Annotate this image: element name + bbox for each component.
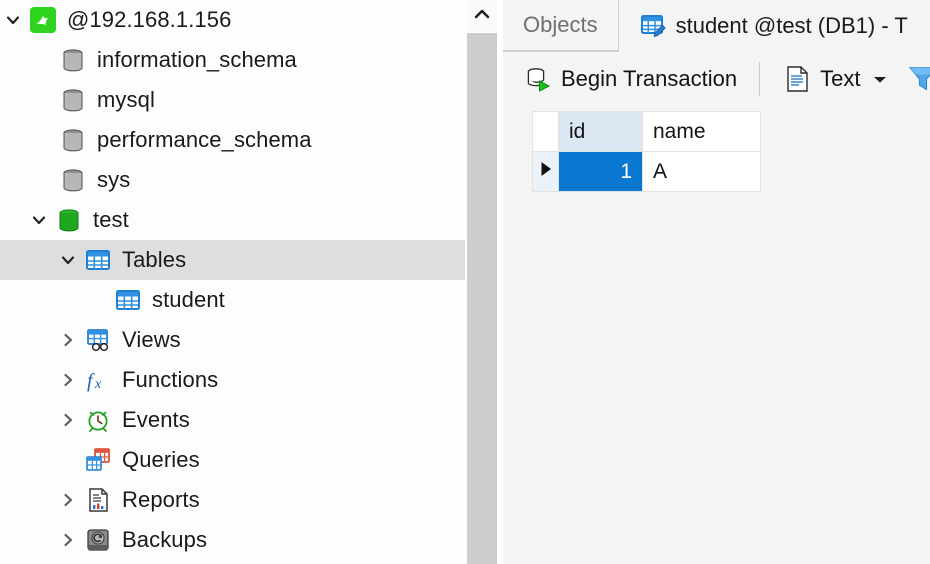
backup-disk-icon [81, 520, 115, 560]
current-row-arrow[interactable] [532, 151, 559, 192]
database-green-icon [52, 200, 86, 240]
editor-pane: Objects student @test (DB1) - T Begin Tr… [503, 0, 930, 564]
twisty-placeholder [30, 160, 56, 200]
chevron-right-icon[interactable] [55, 520, 81, 560]
tree-item-test[interactable]: test [0, 200, 465, 240]
editor-tabstrip: Objects student @test (DB1) - T [503, 0, 930, 52]
tree-item-label: mysql [97, 87, 155, 112]
table-row[interactable]: 1 A [532, 151, 761, 192]
grid-corner-cell[interactable] [532, 111, 559, 152]
tree-item-label: Functions [122, 367, 219, 392]
chevron-down-icon[interactable] [26, 200, 52, 240]
queries-icon [81, 440, 115, 480]
report-document-icon [81, 480, 115, 520]
table-blue-icon [111, 280, 145, 320]
chevron-right-icon[interactable] [55, 400, 81, 440]
twisty-placeholder [55, 440, 81, 480]
twisty-placeholder [30, 80, 56, 120]
database-play-icon [523, 64, 553, 94]
tree-item-backups[interactable]: Backups [0, 520, 465, 560]
svg-text:f: f [87, 370, 95, 392]
tree-item-label: sys [97, 167, 131, 192]
chevron-up-icon [472, 7, 492, 26]
tree-item-label: Backups [122, 527, 208, 552]
database-gray-icon [56, 120, 90, 160]
result-grid-area: id name 1 A [503, 106, 930, 564]
database-gray-icon [56, 160, 90, 200]
database-gray-icon [56, 40, 90, 80]
tree-item-label: information_schema [97, 47, 297, 72]
chevron-right-icon[interactable] [55, 480, 81, 520]
begin-transaction-button[interactable]: Begin Transaction [515, 57, 745, 101]
tab-student-table[interactable]: student @test (DB1) - T [617, 0, 928, 52]
tree-item-label: @192.168.1.156 [67, 7, 232, 32]
tree-item-label: Views [122, 327, 181, 352]
tab-label: student @test (DB1) - T [675, 13, 908, 38]
chevron-right-icon[interactable] [55, 320, 81, 360]
tree-item-label: test [93, 207, 129, 232]
navigation-pane: @192.168.1.156 information_schema mysql … [0, 0, 465, 564]
tab-label: Objects [523, 12, 598, 37]
tree-item-sys[interactable]: sys [0, 160, 465, 200]
tree-item-queries[interactable]: Queries [0, 440, 465, 480]
chevron-down-icon[interactable] [872, 74, 888, 84]
object-tree: @192.168.1.156 information_schema mysql … [0, 0, 465, 560]
twisty-placeholder [30, 120, 56, 160]
text-document-icon [782, 64, 812, 94]
vertical-scrollbar-thumb[interactable] [467, 33, 497, 564]
filter-button[interactable] [896, 57, 930, 101]
tree-item-connection[interactable]: @192.168.1.156 [0, 0, 465, 40]
tree-item-mysql[interactable]: mysql [0, 80, 465, 120]
tree-item-functions[interactable]: f x Functions [0, 360, 465, 400]
scroll-up-button[interactable] [467, 0, 497, 32]
pane-splitter[interactable] [465, 0, 503, 564]
tree-item-tables[interactable]: Tables [0, 240, 465, 280]
tree-item-label: Reports [122, 487, 200, 512]
views-icon [81, 320, 115, 360]
twisty-placeholder [85, 280, 111, 320]
tree-item-views[interactable]: Views [0, 320, 465, 360]
column-header-id[interactable]: id [558, 111, 643, 152]
chevron-right-icon[interactable] [55, 360, 81, 400]
result-grid: id name 1 A [532, 111, 761, 192]
cell-name[interactable]: A [642, 151, 761, 192]
text-view-label: Text [820, 66, 861, 91]
tree-item-label: Tables [122, 247, 187, 272]
column-header-name[interactable]: name [642, 111, 761, 152]
tree-item-student[interactable]: student [0, 280, 465, 320]
chevron-down-icon[interactable] [55, 240, 81, 280]
editor-toolbar: Begin Transaction Text [503, 52, 930, 106]
tree-item-label: Queries [122, 447, 200, 472]
table-blue-icon [81, 240, 115, 280]
toolbar-separator [759, 62, 761, 96]
grid-header-row: id name [532, 111, 761, 152]
svg-text:x: x [94, 377, 102, 392]
clock-icon [81, 400, 115, 440]
text-view-button[interactable]: Text [774, 57, 896, 101]
tree-item-information-schema[interactable]: information_schema [0, 40, 465, 80]
database-gray-icon [56, 80, 90, 120]
table-edit-icon [639, 12, 667, 40]
cell-id[interactable]: 1 [558, 151, 643, 192]
database-client-window: @192.168.1.156 information_schema mysql … [0, 0, 930, 564]
tree-item-performance-schema[interactable]: performance_schema [0, 120, 465, 160]
mysql-dolphin-icon [26, 0, 60, 40]
tree-item-label: performance_schema [97, 127, 312, 152]
tree-item-label: Events [122, 407, 190, 432]
function-fx-icon: f x [81, 360, 115, 400]
begin-transaction-label: Begin Transaction [561, 66, 738, 91]
tree-item-reports[interactable]: Reports [0, 480, 465, 520]
twisty-placeholder [30, 40, 56, 80]
chevron-down-icon[interactable] [0, 0, 26, 40]
filter-funnel-icon [908, 64, 930, 94]
tree-item-label: student [152, 287, 225, 312]
tab-objects[interactable]: Objects [503, 0, 618, 52]
tree-item-events[interactable]: Events [0, 400, 465, 440]
